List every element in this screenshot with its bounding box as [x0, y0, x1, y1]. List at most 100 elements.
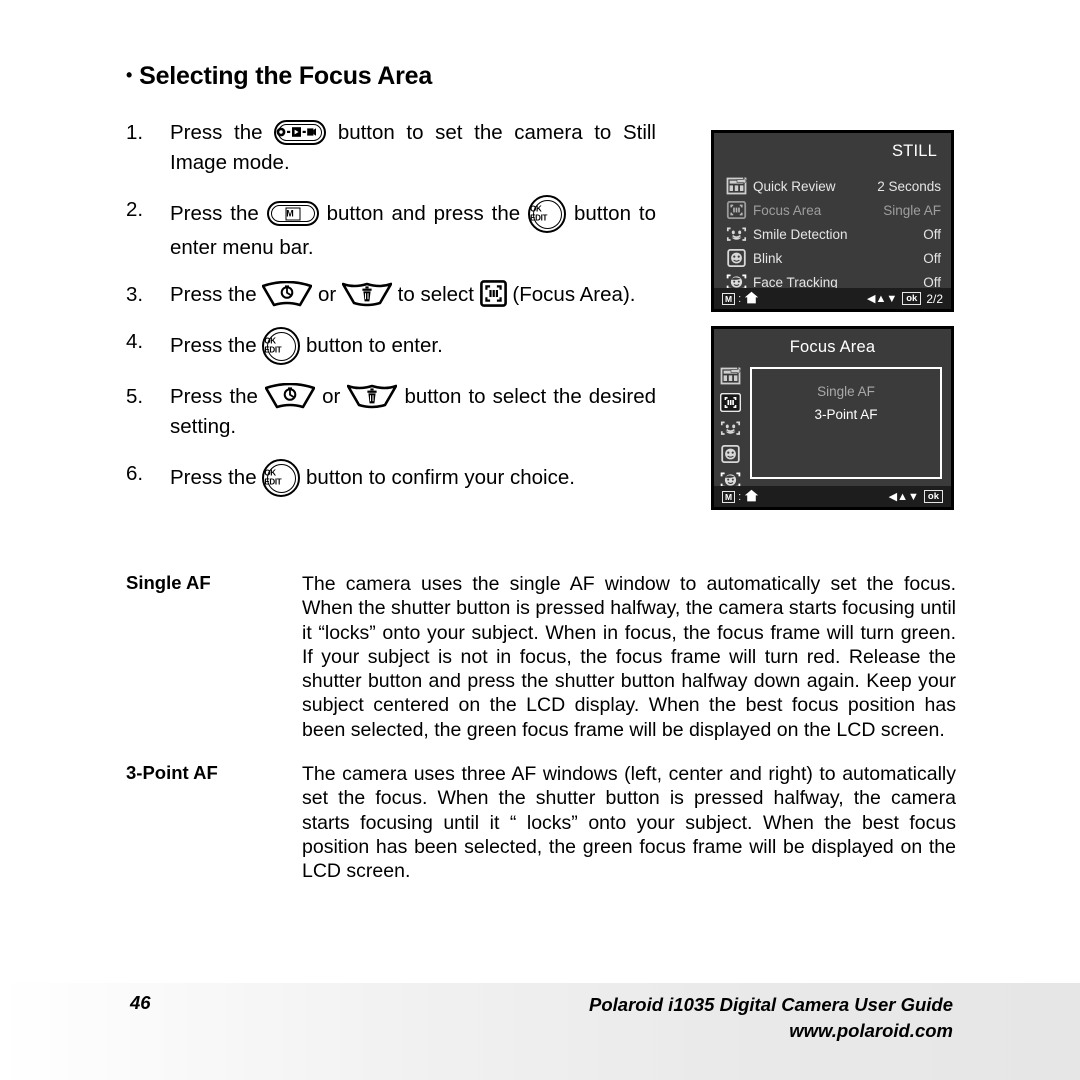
step-6-number: 6. [126, 462, 144, 485]
focus-area-options-panel: Single AF 3-Point AF [750, 367, 942, 479]
focus-area-icon [479, 280, 507, 307]
home-icon [744, 489, 759, 505]
step-6: 6. Press the OK EDIT button to confirm yo… [126, 459, 656, 497]
ok-line-2: EDIT [264, 345, 282, 354]
smile-detection-svg [726, 227, 747, 241]
focus-area-icon [726, 200, 747, 220]
ok-edit-label: OK EDIT [530, 205, 564, 223]
quick-review-svg [726, 176, 747, 195]
bullet-icon: • [126, 65, 133, 85]
blink-icon [726, 248, 747, 268]
definition-list: Single AF The camera uses the single AF … [126, 572, 956, 904]
home-svg [744, 489, 759, 501]
step-6-pre: Press the [170, 466, 257, 489]
menu-row-quick-review: Quick Review 2 Seconds [726, 174, 941, 198]
menu-row-blink: Blink Off [726, 246, 941, 270]
direction-arrows-icon: ◀▲▼ [888, 491, 919, 503]
step-1-pre: Press the [170, 121, 263, 144]
quick-review-icon [726, 176, 747, 195]
step-1-text: Press the button to set the camera to St… [170, 118, 656, 178]
definition-body-single-af: The camera uses the single AF window to … [302, 573, 956, 741]
ok-edit-button-icon: OK EDIT [262, 459, 301, 497]
step-2: 2. Press the M button and press the OK ED… [126, 195, 656, 263]
lcd-menu-bottom-left: M : [722, 291, 759, 307]
menu-row-smile-detection: Smile Detection Off [726, 222, 941, 246]
step-3-mid: or [318, 283, 337, 306]
colon-separator: : [738, 292, 742, 305]
footer-right-block: Polaroid i1035 Digital Camera User Guide… [589, 992, 953, 1044]
step-2-number: 2. [126, 198, 144, 221]
down-key-icon [347, 383, 398, 409]
step-3: 3. Press the or to select (Focus Area). [126, 280, 656, 310]
menu-label-focus-area: Focus Area [753, 202, 822, 218]
mode-button-icon [274, 120, 327, 145]
menu-m-label: M [285, 207, 301, 220]
ok-key-badge: ok [923, 490, 943, 503]
definition-term-single-af: Single AF [126, 572, 211, 593]
home-svg [744, 291, 759, 303]
menu-label-smile-detection: Smile Detection [753, 226, 848, 242]
menu-m-button-icon: M [266, 201, 319, 226]
lcd-focus-bottom-bar: M : ◀▲▼ ok [714, 486, 951, 507]
up-key-icon [265, 383, 316, 409]
step-3-post: (Focus Area). [512, 283, 636, 306]
ok-edit-button-icon: OK EDIT [262, 327, 301, 365]
focus-option-single-af[interactable]: Single AF [752, 380, 940, 403]
step-6-post: button to confirm your choice. [306, 466, 575, 489]
step-5: 5. Press the or button to select the des… [126, 382, 656, 442]
page-title: • Selecting the Focus Area [126, 62, 432, 91]
footer-guide-title: Polaroid i1035 Digital Camera User Guide [589, 994, 953, 1015]
lcd-menu-bottom-right: ◀▲▼ ok 2/2 [867, 292, 943, 306]
colon-separator: : [738, 490, 742, 503]
step-2-text: Press the M button and press the OK EDIT … [170, 195, 656, 263]
down-key-icon [341, 281, 392, 307]
mode-glyph-svg [276, 126, 317, 137]
focus-option-3-point-af[interactable]: 3-Point AF [752, 403, 940, 426]
down-key-svg [347, 384, 398, 409]
step-6-text: Press the OK EDIT button to confirm your … [170, 459, 656, 497]
menu-label-quick-review: Quick Review [753, 178, 836, 194]
step-5-pre: Press the [170, 385, 258, 408]
focus-area-svg [479, 280, 507, 307]
step-4-number: 4. [126, 330, 144, 353]
home-icon [744, 291, 759, 307]
mode-button-glyphs [276, 126, 324, 140]
up-key-svg [265, 383, 316, 409]
menu-label-blink: Blink [753, 250, 783, 266]
step-2-mid: button and press the [326, 202, 521, 225]
blink-svg [727, 248, 746, 268]
step-2-pre: Press the [170, 202, 259, 225]
ok-key-badge: ok [902, 292, 922, 305]
menu-value-blink: Off [923, 250, 941, 266]
step-5-text: Press the or button to select the desire… [170, 382, 656, 442]
quick-review-icon [720, 366, 742, 389]
step-4: 4. Press the OK EDIT button to enter. [126, 327, 656, 365]
step-1: 1. Press the button to set the camera to… [126, 118, 656, 178]
lcd-still-menu-screenshot: STILL Quick Review 2 Seconds Focus Area … [711, 130, 954, 312]
smile-detection-icon [720, 419, 742, 441]
m-key-badge: M [722, 490, 736, 503]
lcd-menu-title: STILL [891, 142, 937, 160]
m-key-badge: M [722, 292, 736, 305]
definition-3-point-af: 3-Point AF The camera uses three AF wind… [126, 762, 956, 883]
lcd-focus-bottom-right: ◀▲▼ ok [889, 490, 943, 503]
ok-edit-label: OK EDIT [264, 469, 298, 487]
footer-page-number: 46 [130, 992, 151, 1013]
definition-term-3-point-af: 3-Point AF [126, 762, 218, 784]
page-title-text: Selecting the Focus Area [139, 62, 433, 90]
menu-value-quick-review: 2 Seconds [877, 178, 941, 194]
step-1-number: 1. [126, 121, 144, 144]
step-5-mid: or [322, 385, 341, 408]
step-3-mid2: to select [397, 283, 475, 306]
step-3-text: Press the or to select (Focus Area). [170, 280, 656, 310]
lcd-focus-side-icon-column [719, 366, 746, 497]
up-key-icon [262, 281, 313, 307]
quick-review-svg [720, 366, 741, 385]
focus-area-icon [719, 392, 742, 415]
lcd-focus-title: Focus Area [789, 338, 876, 356]
step-3-pre: Press the [170, 283, 257, 306]
focus-area-svg [726, 200, 747, 220]
ok-line-2: EDIT [530, 213, 548, 222]
ok-edit-button-icon: OK EDIT [528, 195, 567, 233]
direction-arrows-icon: ◀▲▼ [866, 293, 898, 305]
